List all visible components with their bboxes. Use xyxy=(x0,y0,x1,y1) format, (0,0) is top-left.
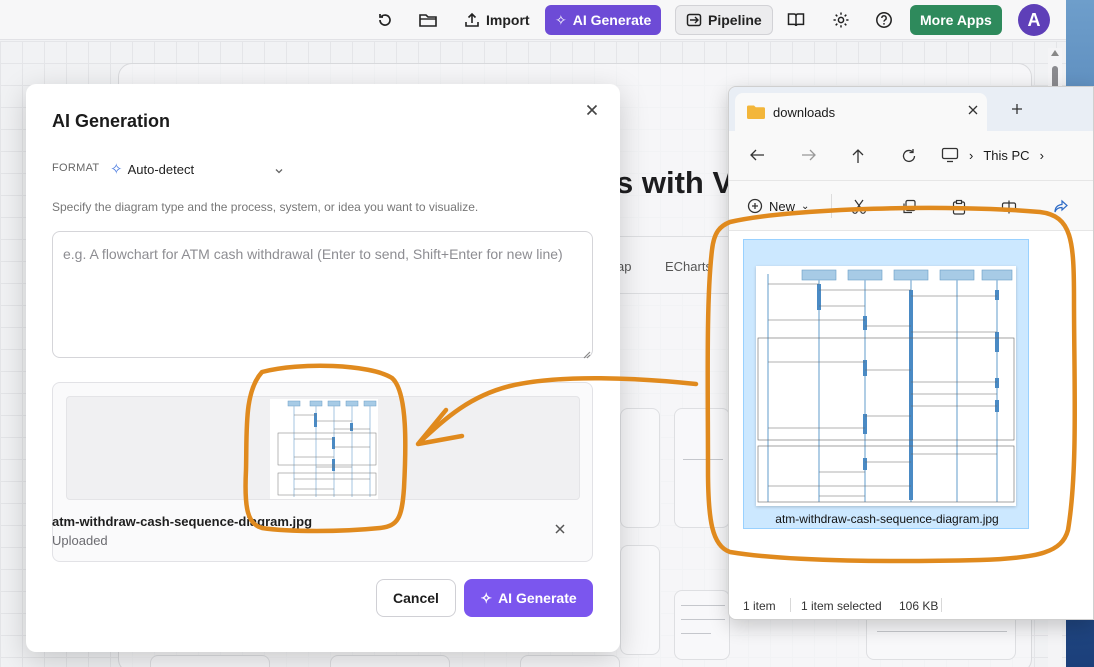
explorer-status-bar: 1 item 1 item selected 106 KB xyxy=(729,589,1093,619)
sparkle-icon: ✧ xyxy=(555,11,567,28)
ai-generate-toolbar-button[interactable]: ✧ AI Generate xyxy=(545,5,662,35)
scroll-up-icon[interactable] xyxy=(1051,50,1059,56)
dialog-title: AI Generation xyxy=(52,111,171,131)
pipeline-button[interactable]: Pipeline xyxy=(675,5,773,35)
pipeline-icon xyxy=(686,13,702,27)
chevron-down-icon: ⌄ xyxy=(801,200,810,212)
prompt-input[interactable] xyxy=(52,231,593,358)
settings-gear-icon[interactable] xyxy=(832,5,850,35)
refresh-icon[interactable] xyxy=(901,148,917,164)
share-icon[interactable] xyxy=(1053,199,1069,215)
template-thumbnail[interactable] xyxy=(150,655,270,667)
add-circle-icon xyxy=(747,198,763,214)
up-arrow-icon[interactable] xyxy=(851,148,865,164)
attachment-file-name: atm-withdraw-cash-sequence-diagram.jpg xyxy=(52,514,313,529)
explorer-file-area: atm-withdraw-cash-sequence-diagram.jpg xyxy=(729,231,1093,589)
more-apps-label: More Apps xyxy=(920,12,992,28)
template-thumbnail[interactable] xyxy=(674,408,730,528)
paste-icon[interactable] xyxy=(951,199,967,215)
status-divider xyxy=(790,598,791,612)
explorer-tab-title: downloads xyxy=(773,105,836,120)
remove-attachment-icon[interactable] xyxy=(553,522,567,536)
resize-handle-icon[interactable] xyxy=(581,346,591,364)
attachment-preview xyxy=(66,396,580,500)
chevron-down-icon[interactable] xyxy=(274,162,284,180)
close-tab-icon[interactable] xyxy=(967,104,979,116)
cancel-button[interactable]: Cancel xyxy=(376,579,456,617)
template-thumbnail[interactable] xyxy=(520,655,620,667)
undo-icon[interactable] xyxy=(376,5,394,35)
explorer-nav-bar: › This PC › xyxy=(729,131,1093,181)
attachment-status: Uploaded xyxy=(52,533,108,548)
sparkle-icon: ✧ xyxy=(110,161,123,178)
close-icon[interactable] xyxy=(582,100,602,120)
new-label: New xyxy=(769,198,796,214)
ai-generation-dialog: AI Generation FORMAT ✧ Auto-detect Speci… xyxy=(26,84,620,652)
chevron-right-icon: › xyxy=(1039,147,1044,163)
forward-arrow-icon[interactable] xyxy=(801,148,817,162)
template-thumbnail[interactable] xyxy=(620,408,660,528)
tab-echarts[interactable]: ECharts xyxy=(665,259,712,274)
explorer-tab[interactable]: downloads xyxy=(735,93,987,131)
item-count: 1 item xyxy=(743,599,776,613)
open-folder-icon[interactable] xyxy=(418,5,438,35)
help-icon[interactable] xyxy=(875,5,893,35)
new-tab-icon[interactable] xyxy=(1011,103,1023,115)
sequence-diagram-thumbnail xyxy=(270,399,378,499)
sparkle-icon: ✧ xyxy=(480,589,493,606)
pipeline-label: Pipeline xyxy=(708,12,762,28)
template-thumbnail[interactable] xyxy=(330,655,450,667)
address-bar[interactable]: › This PC › xyxy=(941,139,1093,171)
rename-icon[interactable] xyxy=(1001,199,1017,215)
chevron-right-icon: › xyxy=(969,147,974,163)
upload-icon xyxy=(465,12,479,27)
import-button[interactable]: Import xyxy=(454,5,540,35)
explorer-tab-bar: downloads xyxy=(729,87,1093,131)
format-select[interactable]: ✧ Auto-detect xyxy=(110,158,288,180)
copy-icon[interactable] xyxy=(901,199,917,215)
more-apps-button[interactable]: More Apps xyxy=(910,5,1002,35)
file-name-label: atm-withdraw-cash-sequence-diagram.jpg xyxy=(775,512,999,526)
user-avatar[interactable]: A xyxy=(1018,4,1050,36)
ai-generate-button[interactable]: ✧ AI Generate xyxy=(464,579,593,617)
sequence-diagram-thumbnail xyxy=(757,269,1015,503)
breadcrumb-this-pc[interactable]: This PC xyxy=(983,148,1029,163)
status-divider xyxy=(941,598,942,612)
docs-book-icon[interactable] xyxy=(787,5,805,35)
folder-icon xyxy=(747,105,765,119)
file-thumbnail xyxy=(756,266,1016,506)
new-button[interactable]: New ⌄ xyxy=(747,198,809,214)
template-thumbnail[interactable] xyxy=(620,545,660,655)
format-value: Auto-detect xyxy=(127,161,195,177)
hero-title: s with VI xyxy=(616,165,742,200)
selection-count: 1 item selected xyxy=(801,599,882,613)
monitor-icon xyxy=(941,147,959,163)
explorer-command-bar: New ⌄ xyxy=(729,181,1093,231)
back-arrow-icon[interactable] xyxy=(749,148,765,162)
ai-generate-toolbar-label: AI Generate xyxy=(572,12,652,28)
app-toolbar: Import ✧ AI Generate Pipeline More Apps … xyxy=(0,0,1066,40)
import-label: Import xyxy=(486,12,530,28)
format-label: FORMAT xyxy=(52,162,100,174)
selection-size: 106 KB xyxy=(899,599,939,613)
cut-icon[interactable] xyxy=(851,199,867,215)
template-thumbnail[interactable] xyxy=(674,590,730,660)
ai-generate-button-label: AI Generate xyxy=(498,590,577,606)
helper-text: Specify the diagram type and the process… xyxy=(52,200,479,214)
attachment-card xyxy=(52,382,593,562)
file-item[interactable]: atm-withdraw-cash-sequence-diagram.jpg xyxy=(743,239,1029,529)
file-explorer-window: downloads › This PC › New ⌄ atm-withdraw… xyxy=(728,86,1094,620)
